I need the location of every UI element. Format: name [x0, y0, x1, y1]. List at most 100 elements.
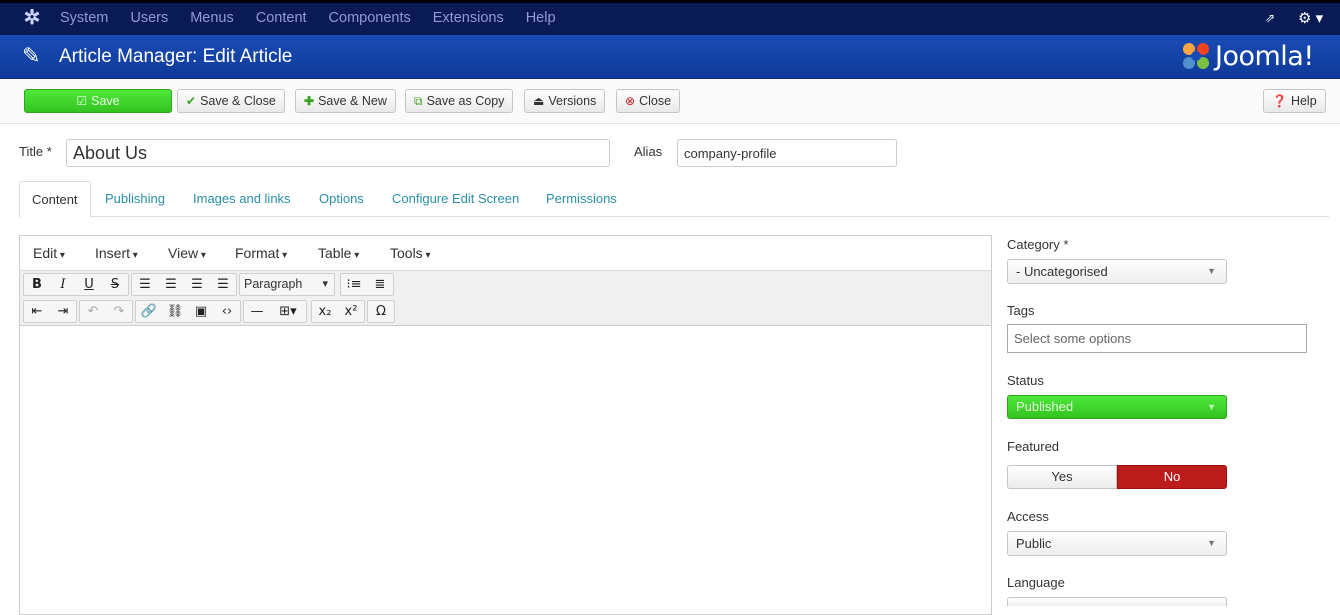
- external-link-icon[interactable]: ⇗: [1265, 11, 1275, 25]
- close-circle-icon: ⊗: [625, 94, 636, 108]
- editor-menu-insert[interactable]: Insert: [95, 245, 138, 261]
- bullet-list-icon[interactable]: ⁝≡: [341, 274, 367, 295]
- menu-content[interactable]: Content: [256, 3, 307, 35]
- redo-icon[interactable]: ↷: [106, 301, 132, 322]
- help-button[interactable]: ❓ Help: [1263, 89, 1326, 113]
- subscript-icon[interactable]: x₂: [312, 301, 338, 322]
- align-center-icon[interactable]: ☰: [158, 274, 184, 295]
- align-left-icon[interactable]: ☰: [132, 274, 158, 295]
- insert-group: 🔗 ⛓ ▣ ‹›: [135, 300, 241, 323]
- featured-yes-button[interactable]: Yes: [1007, 465, 1117, 489]
- indent-group: ⇤ ⇥: [23, 300, 77, 323]
- caret-down-icon: ▼: [1207, 402, 1216, 412]
- access-label: Access: [1007, 509, 1049, 524]
- tab-publishing[interactable]: Publishing: [105, 181, 165, 217]
- menu-system[interactable]: System: [60, 3, 108, 35]
- check-icon: ✔: [186, 94, 197, 108]
- edit-icon: ☑: [76, 94, 88, 108]
- link-icon[interactable]: 🔗: [136, 301, 162, 322]
- close-button[interactable]: ⊗ Close: [616, 89, 681, 113]
- editor-toolbar: B I U S ☰ ☰ ☰ ☰ Paragraph ⁝≡ ≣ ⇤ ⇥ ↶ ↷ 🔗: [20, 271, 991, 326]
- joomla-wordmark: Joomla!: [1215, 40, 1314, 72]
- admin-top-nav: ✲ System Users Menus Content Components …: [0, 0, 1340, 35]
- bold-icon[interactable]: B: [24, 274, 50, 295]
- status-label: Status: [1007, 373, 1044, 388]
- save-new-button[interactable]: ✚ Save & New: [295, 89, 396, 113]
- joomla-brand: Joomla!: [1180, 39, 1314, 73]
- save-close-button[interactable]: ✔ Save & Close: [177, 89, 285, 113]
- align-justify-icon[interactable]: ☰: [210, 274, 236, 295]
- title-input[interactable]: [66, 139, 610, 167]
- italic-icon[interactable]: I: [50, 274, 76, 295]
- history-group: ↶ ↷: [79, 300, 133, 323]
- editor-menu-tools[interactable]: Tools: [390, 245, 431, 261]
- special-char-group: Ω: [367, 300, 395, 323]
- joomla-mark-icon: [1180, 40, 1212, 72]
- pencil-icon: ✎: [22, 43, 41, 68]
- toolbar: ☑ Save ✔ Save & Close ✚ Save & New ⧉ Sav…: [0, 79, 1340, 124]
- underline-icon[interactable]: U: [76, 274, 102, 295]
- table-icon[interactable]: ⊞▾: [270, 301, 306, 322]
- tags-label: Tags: [1007, 303, 1035, 318]
- tab-configure-edit-screen[interactable]: Configure Edit Screen: [392, 181, 519, 217]
- page-title: Article Manager: Edit Article: [59, 46, 293, 67]
- superscript-icon[interactable]: x²: [338, 301, 364, 322]
- plus-icon: ✚: [304, 94, 315, 108]
- caret-down-icon: ▼: [1207, 538, 1216, 548]
- align-right-icon[interactable]: ☰: [184, 274, 210, 295]
- menu-help[interactable]: Help: [526, 3, 556, 35]
- tab-options[interactable]: Options: [319, 181, 364, 217]
- status-select[interactable]: Published ▼: [1007, 395, 1227, 419]
- tags-input[interactable]: Select some options: [1007, 324, 1307, 353]
- caret-down-icon: ▼: [1207, 266, 1216, 276]
- tab-permissions[interactable]: Permissions: [546, 181, 617, 217]
- unlink-icon[interactable]: ⛓: [162, 301, 188, 322]
- gear-icon[interactable]: ⚙ ▾: [1298, 9, 1323, 27]
- editor-menu-edit[interactable]: Edit: [33, 245, 65, 261]
- title-label: Title *: [19, 144, 52, 159]
- rich-text-editor: Edit Insert View Format Table Tools B I …: [19, 235, 992, 615]
- menu-components[interactable]: Components: [329, 3, 411, 35]
- menu-menus[interactable]: Menus: [190, 3, 234, 35]
- undo-icon[interactable]: ↶: [80, 301, 106, 322]
- save-button[interactable]: ☑ Save: [24, 89, 172, 113]
- access-select[interactable]: Public ▼: [1007, 531, 1227, 556]
- menu-extensions[interactable]: Extensions: [433, 3, 504, 35]
- image-icon[interactable]: ▣: [188, 301, 214, 322]
- versions-button[interactable]: ⏏ Versions: [524, 89, 606, 113]
- copy-icon: ⧉: [414, 94, 423, 108]
- format-group: B I U S: [23, 273, 129, 296]
- featured-no-button[interactable]: No: [1117, 465, 1227, 489]
- featured-toggle: Yes No: [1007, 465, 1227, 489]
- page-header: ✎ Article Manager: Edit Article Joomla!: [0, 35, 1340, 79]
- block-format-group: Paragraph: [239, 273, 335, 296]
- block-format-select[interactable]: Paragraph: [240, 274, 334, 295]
- editor-menu-table[interactable]: Table: [318, 245, 359, 261]
- special-character-icon[interactable]: Ω: [368, 301, 394, 322]
- menu-users[interactable]: Users: [130, 3, 168, 35]
- language-select[interactable]: [1007, 597, 1227, 606]
- category-select[interactable]: - Uncategorised ▼: [1007, 259, 1227, 284]
- editor-menu-view[interactable]: View: [168, 245, 206, 261]
- alias-input[interactable]: [677, 139, 897, 167]
- tab-content[interactable]: Content: [19, 181, 91, 218]
- tab-images-links[interactable]: Images and links: [193, 181, 291, 217]
- numbered-list-icon[interactable]: ≣: [367, 274, 393, 295]
- indent-icon[interactable]: ⇥: [50, 301, 76, 322]
- edit-tabs: Content Publishing Images and links Opti…: [19, 181, 1329, 218]
- code-icon[interactable]: ‹›: [214, 301, 240, 322]
- alias-label: Alias: [634, 144, 663, 159]
- category-label: Category *: [1007, 237, 1069, 252]
- joomla-logo-icon[interactable]: ✲: [22, 7, 42, 29]
- list-group: ⁝≡ ≣: [340, 273, 394, 296]
- horizontal-rule-icon[interactable]: —: [244, 301, 270, 322]
- admin-menu: System Users Menus Content Components Ex…: [60, 3, 578, 35]
- editor-content-area[interactable]: [20, 326, 991, 614]
- editor-menu-format[interactable]: Format: [235, 245, 287, 261]
- outdent-icon[interactable]: ⇤: [24, 301, 50, 322]
- editor-menubar: Edit Insert View Format Table Tools: [20, 236, 991, 271]
- save-copy-button[interactable]: ⧉ Save as Copy: [405, 89, 514, 113]
- strikethrough-icon[interactable]: S: [102, 274, 128, 295]
- question-icon: ❓: [1272, 94, 1287, 108]
- hr-table-group: — ⊞▾: [243, 300, 307, 323]
